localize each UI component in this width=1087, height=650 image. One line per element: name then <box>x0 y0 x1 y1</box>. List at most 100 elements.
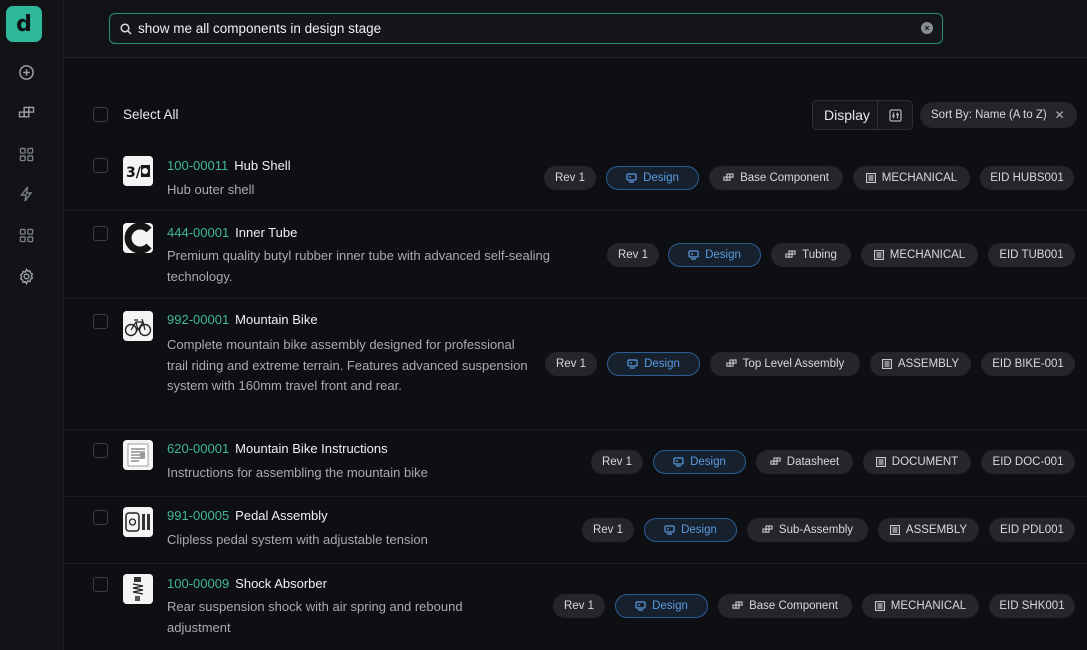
components-icon <box>785 250 796 260</box>
part-name: Inner Tube <box>235 225 298 240</box>
category-badge: Base Component <box>718 594 852 618</box>
components-icon <box>723 173 734 183</box>
search-input[interactable]: show me all components in design stage × <box>109 13 943 44</box>
components-icon <box>762 525 773 535</box>
sort-pill[interactable]: Sort By: Name (A to Z) ✕ <box>920 102 1077 128</box>
svg-text:3/: 3/ <box>126 165 142 181</box>
design-stage-icon <box>664 525 675 535</box>
inner-tube-thumbnail <box>123 223 153 253</box>
clear-search-icon[interactable]: × <box>921 22 933 34</box>
list-icon <box>873 250 884 260</box>
revision-badge: Rev 1 <box>553 594 605 618</box>
eid-badge: EID DOC-001 <box>981 450 1075 474</box>
part-description: Hub outer shell <box>167 182 255 197</box>
table-row[interactable]: 992-00001 Mountain Bike Complete mountain… <box>64 299 1087 430</box>
grid-icon[interactable] <box>14 223 38 247</box>
logo-letter: d <box>16 11 32 37</box>
components-icon <box>732 601 743 611</box>
plus-circle-icon[interactable] <box>14 60 38 84</box>
table-row[interactable]: 3/ 100-00011 Hub Shell Hub outer shell Re… <box>64 142 1087 211</box>
revision-badge: Rev 1 <box>582 518 634 542</box>
eid-badge: EID SHK001 <box>989 594 1075 618</box>
part-name: Mountain Bike Instructions <box>235 441 388 456</box>
design-stage-icon <box>673 457 684 467</box>
part-name: Pedal Assembly <box>235 508 328 523</box>
design-stage-icon <box>688 250 699 260</box>
category-badge: Tubing <box>771 243 851 267</box>
sidebar: d <box>0 0 64 650</box>
search-query: show me all components in design stage <box>138 21 382 36</box>
category-badge: Top Level Assembly <box>710 352 860 376</box>
eid-badge: EID PDL001 <box>989 518 1075 542</box>
eid-badge: EID BIKE-001 <box>981 352 1075 376</box>
eid-badge: EID TUB001 <box>988 243 1075 267</box>
row-checkbox[interactable] <box>93 577 108 592</box>
status-badge: Design <box>653 450 746 474</box>
table-row[interactable]: 991-00005 Pedal Assembly Clipless pedal s… <box>64 497 1087 564</box>
part-name: Shock Absorber <box>235 576 327 591</box>
search-icon <box>120 22 132 35</box>
row-checkbox[interactable] <box>93 226 108 241</box>
type-badge: DOCUMENT <box>863 450 971 474</box>
revision-badge: Rev 1 <box>591 450 643 474</box>
select-all-label: Select All <box>123 107 179 122</box>
part-number[interactable]: 100-00009 Shock Absorber <box>167 576 327 591</box>
display-button[interactable]: Display <box>812 100 913 130</box>
sort-label: Sort By: Name (A to Z) <box>931 109 1047 121</box>
clear-sort-icon[interactable]: ✕ <box>1055 108 1065 122</box>
row-checkbox[interactable] <box>93 443 108 458</box>
design-stage-icon <box>635 601 646 611</box>
row-checkbox[interactable] <box>93 158 108 173</box>
type-badge: MECHANICAL <box>861 243 978 267</box>
part-description: Rear suspension shock with air spring an… <box>167 599 463 635</box>
display-label: Display <box>824 107 870 123</box>
document-thumbnail <box>123 440 153 470</box>
select-all-checkbox[interactable] <box>93 107 108 122</box>
bolt-icon[interactable] <box>14 182 38 206</box>
type-badge: MECHANICAL <box>853 166 970 190</box>
status-badge: Design <box>644 518 737 542</box>
list-icon <box>889 525 900 535</box>
hub-shell-thumbnail: 3/ <box>123 156 153 186</box>
part-name: Mountain Bike <box>235 312 318 327</box>
row-checkbox[interactable] <box>93 510 108 525</box>
divider <box>877 101 878 129</box>
top-bar: show me all components in design stage × <box>64 0 1087 58</box>
design-stage-icon <box>627 359 638 369</box>
row-checkbox[interactable] <box>93 314 108 329</box>
table-row[interactable]: 100-00009 Shock Absorber Rear suspension … <box>64 564 1087 650</box>
part-description: Premium quality butyl rubber inner tube … <box>167 248 550 284</box>
category-badge: Sub-Assembly <box>747 518 868 542</box>
status-badge: Design <box>615 594 708 618</box>
revision-badge: Rev 1 <box>545 352 597 376</box>
gear-icon[interactable] <box>14 264 38 288</box>
part-number[interactable]: 992-00001 Mountain Bike <box>167 312 318 327</box>
type-badge: ASSEMBLY <box>878 518 979 542</box>
part-name: Hub Shell <box>234 158 291 173</box>
revision-badge: Rev 1 <box>607 243 659 267</box>
components-icon <box>726 359 737 369</box>
app-logo[interactable]: d <box>6 6 42 42</box>
revision-badge: Rev 1 <box>544 166 596 190</box>
category-badge: Base Component <box>709 166 843 190</box>
type-badge: ASSEMBLY <box>870 352 971 376</box>
part-number[interactable]: 100-00011 Hub Shell <box>167 158 291 173</box>
part-number[interactable]: 620-00001 Mountain Bike Instructions <box>167 441 388 456</box>
category-badge: Datasheet <box>756 450 853 474</box>
list-icon <box>865 173 876 183</box>
components-icon[interactable] <box>14 101 38 125</box>
type-badge: MECHANICAL <box>862 594 979 618</box>
bicycle-thumbnail <box>123 311 153 341</box>
component-list: Select All Display Sort By: Name (A to Z… <box>64 58 1087 650</box>
eid-badge: EID HUBS001 <box>980 166 1074 190</box>
part-number[interactable]: 444-00001 Inner Tube <box>167 225 297 240</box>
shock-absorber-thumbnail <box>123 574 153 604</box>
part-number[interactable]: 991-00005 Pedal Assembly <box>167 508 328 523</box>
pedal-thumbnail <box>123 507 153 537</box>
table-row[interactable]: 444-00001 Inner Tube Premium quality buty… <box>64 211 1087 299</box>
list-icon <box>881 359 892 369</box>
status-badge: Design <box>668 243 761 267</box>
table-row[interactable]: 620-00001 Mountain Bike Instructions Inst… <box>64 430 1087 497</box>
display-settings-icon <box>889 109 902 122</box>
grid-icon[interactable] <box>14 142 38 166</box>
